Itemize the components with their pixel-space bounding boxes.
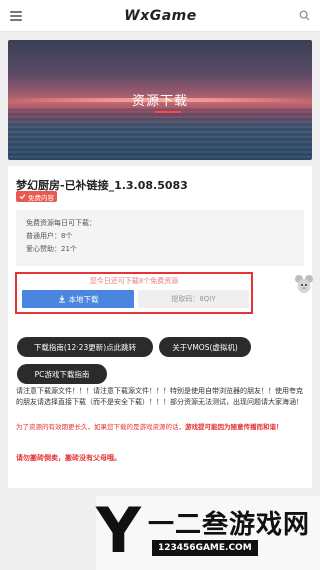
resale-warning: 请勿搬砖倒卖，搬砖没有父母哦。 bbox=[16, 454, 121, 462]
local-download-button[interactable]: 本地下载 bbox=[22, 290, 134, 308]
extraction-code[interactable]: 提取码：8QIY bbox=[138, 290, 249, 308]
vmos-guide-button[interactable]: 关于VMOS(虚拟机) bbox=[159, 337, 251, 357]
banner-title: 资源下载 bbox=[131, 94, 188, 109]
mouse-mascot-icon bbox=[295, 275, 313, 293]
quota-info: 免费资源每日可下载： 普通用户：8个 爱心赞助：21个 bbox=[16, 210, 304, 266]
quota-line: 爱心赞助：21个 bbox=[26, 245, 77, 253]
download-section: 您今日还可下载8个免费资源 本地下载 提取码：8QIY bbox=[15, 272, 253, 314]
local-download-label: 本地下载 bbox=[68, 294, 99, 304]
download-tip: 您今日还可下载8个免费资源 bbox=[89, 277, 179, 285]
copyright-warning-text: 为了资源的有效期更长久，如果您下载的是游戏资源的话， bbox=[16, 423, 185, 431]
hero-banner: 资源下载 bbox=[8, 40, 312, 160]
free-badge-label: 免费内容 bbox=[28, 193, 54, 202]
search-icon[interactable] bbox=[299, 10, 310, 21]
copyright-warning-emphasis: 游戏提可能因为随意传播而和谐！ bbox=[185, 423, 283, 431]
download-notice: 请注意下载源文件！！！请注意下载源文件！！！特别是使用自带浏览器的朋友！！使用夸… bbox=[16, 387, 303, 406]
banner-underline bbox=[155, 111, 181, 113]
copyright-warning: 为了资源的有效期更长久，如果您下载的是游戏资源的话，游戏提可能因为随意传播而和谐… bbox=[16, 422, 308, 433]
site-watermark: Y 一二叁游戏网 123456GAME.COM bbox=[96, 496, 320, 570]
download-guide-button[interactable]: 下载指南(12·23更新)点此跳转 bbox=[17, 337, 153, 357]
free-badge: 免费内容 bbox=[16, 191, 57, 202]
resource-card: 梦幻厨房-已补链接_1.3.08.5083 免费内容 免费资源每日可下载： 普通… bbox=[8, 166, 313, 488]
watermark-url: 123456GAME.COM bbox=[152, 540, 258, 556]
menu-icon[interactable] bbox=[10, 10, 22, 21]
check-icon bbox=[19, 194, 26, 200]
download-icon bbox=[58, 295, 65, 303]
quota-line: 免费资源每日可下载： bbox=[26, 219, 96, 227]
site-logo[interactable]: WxGame bbox=[124, 8, 197, 24]
pc-guide-button[interactable]: PC游戏下载指南 bbox=[17, 364, 107, 384]
top-bar: WxGame bbox=[0, 0, 320, 32]
quota-line: 普通用户：8个 bbox=[26, 232, 73, 240]
watermark-y-logo: Y bbox=[96, 494, 141, 567]
watermark-brand: 一二叁游戏网 bbox=[148, 510, 311, 540]
